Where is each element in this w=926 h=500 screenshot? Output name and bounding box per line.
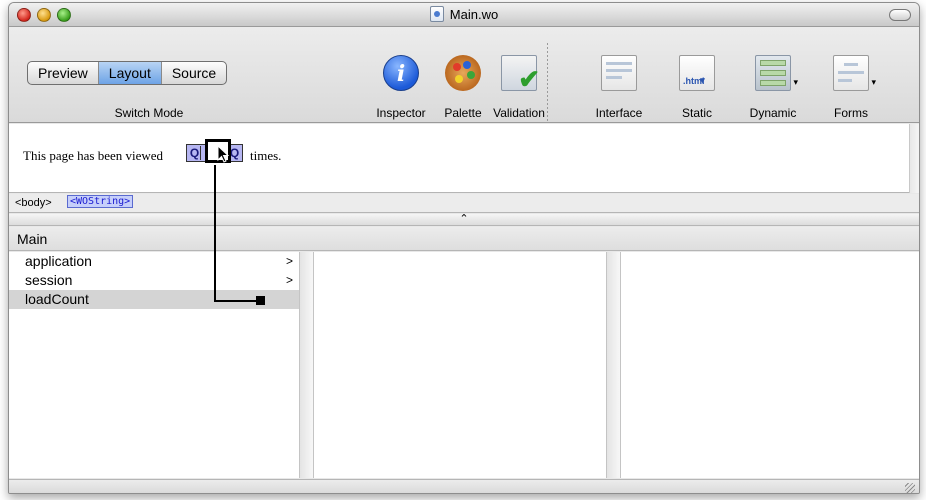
canvas-text-after: times. <box>250 148 282 163</box>
pane-splitter[interactable]: ⌃ <box>9 213 919 226</box>
toolbar: Preview Layout Source Switch Mode i Insp… <box>9 27 919 123</box>
arrow-cursor-icon <box>217 145 230 163</box>
browser-item-application[interactable]: application > <box>9 252 299 271</box>
binding-connector-line <box>214 165 216 302</box>
canvas-text-before: This page has been viewed <box>23 148 164 163</box>
path-wostring-tag[interactable]: <WOString> <box>67 195 134 208</box>
validation-check-icon: ✔ <box>501 55 540 92</box>
browser-column-1: application > session > loadCount <box>9 252 299 478</box>
interface-button[interactable]: Interface <box>583 55 655 120</box>
source-mode-button[interactable]: Source <box>162 62 226 84</box>
browser-header: Main <box>9 227 919 251</box>
toolbar-divider <box>547 43 548 123</box>
binding-browser: application > session > loadCount <box>9 252 919 478</box>
palette-icon <box>445 55 481 91</box>
browser-column-3 <box>622 252 912 478</box>
validation-button[interactable]: ✔ Validation <box>483 55 555 120</box>
forms-dropdown-caret: ▾ <box>871 77 876 87</box>
path-body-tag[interactable]: <body> <box>15 197 52 209</box>
resize-grip-icon[interactable] <box>905 483 915 493</box>
dynamic-button[interactable]: ▾ Dynamic <box>737 55 809 120</box>
binding-connector-line-horizontal <box>214 300 258 302</box>
item-label: application <box>25 253 92 269</box>
chevron-right-icon: > <box>285 273 293 287</box>
switch-mode-label: Switch Mode <box>114 106 184 120</box>
binding-connector-endpoint <box>256 296 265 305</box>
element-path-bar: <body> <WOString> <box>9 194 919 213</box>
item-label: session <box>25 272 73 288</box>
preview-mode-button[interactable]: Preview <box>28 62 99 84</box>
browser-title: Main <box>17 231 48 247</box>
static-button[interactable]: .html ▾ Static <box>661 55 733 120</box>
browser-column-2 <box>315 252 605 478</box>
document-icon <box>429 6 444 22</box>
toolbar-toggle-button[interactable] <box>889 9 911 21</box>
column-2-scrollbar[interactable] <box>606 252 621 478</box>
dynamic-elements-icon: ▾ <box>755 55 798 91</box>
validation-label: Validation <box>493 106 545 120</box>
forms-label: Forms <box>834 106 868 120</box>
layout-canvas[interactable]: This page has been viewed Q Q times. <box>9 124 919 193</box>
canvas-scrollbar[interactable] <box>909 124 919 193</box>
mode-switcher: Preview Layout Source <box>27 61 228 85</box>
layout-mode-button[interactable]: Layout <box>98 62 162 84</box>
element-binding-chip-left: Q <box>189 146 201 160</box>
window-title: Main.wo <box>449 7 499 22</box>
main-window: Main.wo Preview Layout Source Switch Mod… <box>8 2 920 494</box>
window-title-wrap: Main.wo <box>9 6 919 22</box>
browser-item-session[interactable]: session > <box>9 271 299 290</box>
forms-button[interactable]: ▾ Forms <box>815 55 887 120</box>
static-html-icon: .html ▾ <box>679 55 715 91</box>
info-icon: i <box>383 55 419 91</box>
interface-icon <box>601 55 637 91</box>
splitter-caret-icon: ⌃ <box>459 213 469 225</box>
column-1-scrollbar[interactable] <box>299 252 314 478</box>
forms-icon: ▾ <box>833 55 876 91</box>
static-dropdown-caret: ▾ <box>700 75 705 85</box>
dynamic-dropdown-caret: ▾ <box>793 77 798 87</box>
title-bar[interactable]: Main.wo <box>9 3 919 27</box>
chevron-right-icon: > <box>285 254 293 268</box>
status-bar <box>9 479 919 493</box>
item-label: loadCount <box>25 291 89 307</box>
